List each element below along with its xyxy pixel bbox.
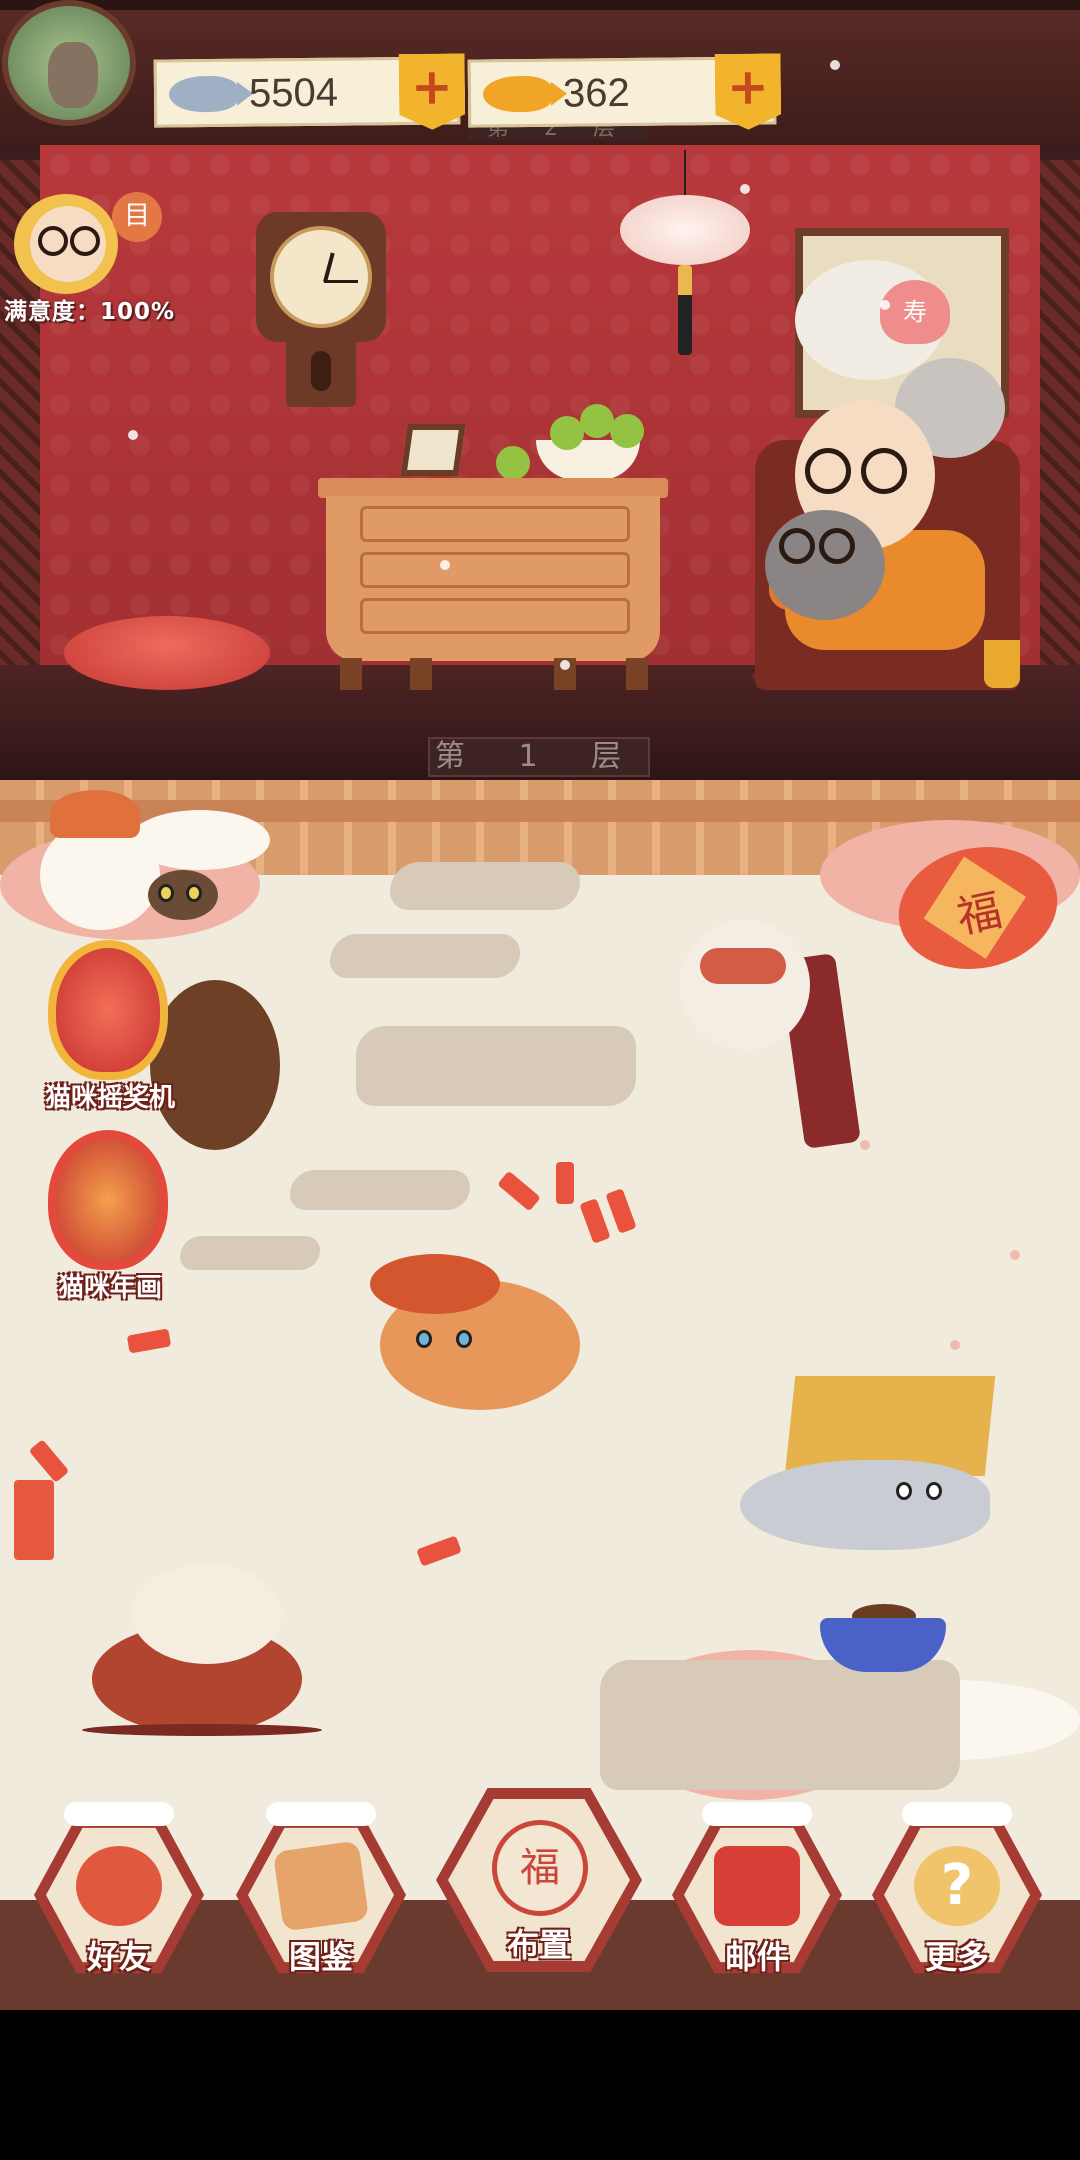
longevity-peach: 寿 xyxy=(880,280,950,344)
gold-fish-counter: 362 + xyxy=(467,56,777,127)
lottery-machine-icon xyxy=(48,940,168,1080)
stepping-stone xyxy=(180,1236,320,1270)
pendulum-clock[interactable] xyxy=(256,212,386,407)
stepping-stone xyxy=(600,1660,960,1790)
indoor-room[interactable]: 第 2 层 第 1 层 寿 5504 + 362 + 目 满意度：100% xyxy=(0,0,1080,780)
firecracker xyxy=(497,1170,541,1212)
silver-fish-amount: 5504 xyxy=(248,70,339,116)
add-silver-fish-button[interactable]: + xyxy=(399,53,466,130)
green-fruit xyxy=(610,414,644,448)
nav-catalog-label: 图鉴 xyxy=(288,1938,353,1976)
floor-1-sign: 第 1 层 xyxy=(428,737,650,777)
nav-friends-button[interactable]: 好友 xyxy=(34,1802,204,1980)
clock-face xyxy=(270,226,372,328)
nav-more-button[interactable]: ? 更多 xyxy=(872,1802,1042,1980)
bottom-nav: 好友 图鉴 福 布置 邮件 ? 更多 xyxy=(0,1780,1080,2010)
nav-catalog-button[interactable]: 图鉴 xyxy=(236,1802,406,1980)
cat-snowman-hat[interactable] xyxy=(40,790,160,930)
firecracker xyxy=(126,1328,172,1354)
cat-cushion[interactable] xyxy=(64,616,270,690)
granny-portrait-button[interactable] xyxy=(10,184,130,294)
player-avatar[interactable] xyxy=(2,0,136,126)
peeking-cat[interactable] xyxy=(148,870,218,920)
nav-mail-label: 邮件 xyxy=(724,1938,789,1976)
cat-lottery-machine-label: 猫咪摇奖机 xyxy=(44,1083,175,1113)
friends-icon xyxy=(76,1846,162,1926)
lantern-tassel xyxy=(678,265,692,355)
cat-lion-dance[interactable] xyxy=(370,1254,580,1410)
gold-fish-icon xyxy=(482,75,554,113)
firecracker xyxy=(605,1188,637,1234)
cat-new-year-painting-label: 猫咪年画 xyxy=(57,1273,162,1303)
letterbox-bar xyxy=(0,2010,1080,2160)
firecracker xyxy=(14,1480,54,1560)
task-list-icon[interactable]: 目 xyxy=(112,192,162,242)
paper-lantern[interactable] xyxy=(620,195,750,265)
photo-frame[interactable] xyxy=(400,424,466,476)
cat-new-year-painting-button[interactable]: 猫咪年画 xyxy=(26,1130,186,1310)
stepping-stone xyxy=(290,1170,470,1210)
cat-pig-mask[interactable] xyxy=(680,920,810,1050)
question-cat-icon: ? xyxy=(914,1846,1000,1926)
silver-fish-icon xyxy=(168,75,240,113)
nav-mail-button[interactable]: 邮件 xyxy=(672,1802,842,1980)
red-envelope-icon xyxy=(714,1846,800,1926)
firecracker xyxy=(579,1198,611,1244)
avatar-cat xyxy=(48,42,98,108)
stepping-stone xyxy=(390,862,580,910)
firecracker xyxy=(28,1439,70,1483)
green-fruit xyxy=(550,416,584,450)
cat-lottery-machine-button[interactable]: 猫咪摇奖机 xyxy=(26,940,186,1120)
cat-gray-sleeping[interactable] xyxy=(740,1460,990,1550)
white-cat-with-peach[interactable]: 寿 xyxy=(795,260,950,380)
stepping-stone xyxy=(330,934,520,978)
lattice-right xyxy=(1040,160,1080,680)
silver-fish-counter: 5504 + xyxy=(153,56,461,127)
nav-decorate-button[interactable]: 福 布置 xyxy=(436,1780,642,1980)
catalog-book-icon xyxy=(272,1840,370,1932)
firecracker xyxy=(556,1162,574,1204)
green-fruit xyxy=(580,404,614,438)
gray-cat[interactable] xyxy=(765,510,885,620)
nav-more-label: 更多 xyxy=(924,1938,989,1976)
rocking-fish-toy[interactable] xyxy=(82,1544,322,1744)
granny-in-chair[interactable]: 寿 xyxy=(755,250,1025,690)
fu-jar-icon: 福 xyxy=(492,1820,588,1916)
stepping-stone xyxy=(356,1026,636,1106)
potted-plant xyxy=(984,640,1020,688)
green-fruit xyxy=(496,446,530,480)
nav-friends-label: 好友 xyxy=(86,1938,151,1976)
add-gold-fish-button[interactable]: + xyxy=(715,53,782,130)
nav-decorate-label: 布置 xyxy=(506,1926,571,1964)
wooden-dresser[interactable] xyxy=(318,478,668,690)
gold-fish-amount: 362 xyxy=(562,70,630,116)
firecracker xyxy=(416,1535,462,1567)
new-year-painting-icon xyxy=(48,1130,168,1270)
satisfaction-label: 满意度：100% xyxy=(4,299,176,325)
